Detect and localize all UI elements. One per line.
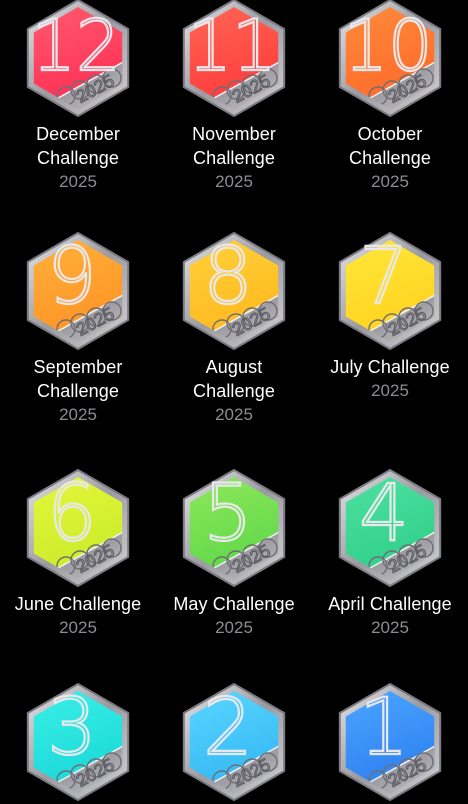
award-year: 2025 [371,172,409,191]
challenge-badge-icon: 42025 [338,468,442,587]
badge-number: 6 [47,469,97,559]
challenge-badge-icon: 82025 [182,231,286,350]
award-item[interactable]: 8 2025 August Challenge 2025 [156,231,312,427]
award-year: 2025 [215,618,253,637]
award-title: November Challenge [156,122,312,170]
challenge-badge-icon: 122025 [26,0,130,117]
award-item[interactable]: 11 2025 November Challenge 2025 [156,0,312,194]
award-item[interactable]: 2 2025 [156,682,312,802]
award-title-line1: August [205,357,263,377]
award-title-line1: July Challenge [330,357,450,377]
award-item[interactable]: 1 2025 [312,682,468,802]
award-title: October Challenge [312,122,468,170]
badge-number: 2 [203,683,253,773]
award-title-line2: Challenge [349,148,431,168]
badge-number: 5 [203,469,253,559]
award-item[interactable]: 9 2025 September Challenge 2025 [0,231,156,427]
award-year: 2025 [215,405,253,424]
challenge-badge-icon: 102025 [338,0,442,117]
award-title-line2: Challenge [193,148,275,168]
badge-number: 7 [359,232,409,322]
badge-number: 4 [359,469,409,559]
award-item[interactable]: 7 2025 July Challenge 2025 [312,231,468,403]
challenge-badge-icon: 112025 [182,0,286,117]
badge-number: 1 [359,683,409,773]
award-item[interactable]: 12 2025 December Challenge 2025 [0,0,156,194]
award-title-line1: October [357,124,423,144]
award-item[interactable]: 3 2025 [0,682,156,802]
award-year: 2025 [59,172,97,191]
challenge-badge-icon: 62025 [26,468,130,587]
challenge-badge-icon: 12025 [338,682,442,801]
award-title: April Challenge [312,592,468,616]
challenge-badge-icon: 52025 [182,468,286,587]
badge-number: 9 [47,232,97,322]
badge-number: 3 [47,683,97,773]
challenge-badge-icon: 72025 [338,231,442,350]
award-year: 2025 [59,405,97,424]
award-title-line1: November [192,124,276,144]
award-title-line1: December [36,124,120,144]
award-title: June Challenge [0,592,156,616]
award-title-line2: Challenge [37,381,119,401]
award-title-line1: September [33,357,123,377]
award-title: July Challenge [312,355,468,379]
award-title-line2: Challenge [193,381,275,401]
award-item[interactable]: 4 2025 April Challenge 2025 [312,468,468,640]
award-year: 2025 [215,172,253,191]
award-title-line2: Challenge [37,148,119,168]
award-item[interactable]: 10 2025 October Challenge 2025 [312,0,468,194]
award-title: August Challenge [156,355,312,403]
challenge-badge-icon: 32025 [26,682,130,801]
challenge-badge-icon: 92025 [26,231,130,350]
award-item[interactable]: 5 2025 May Challenge 2025 [156,468,312,640]
award-item[interactable]: 6 2025 June Challenge 2025 [0,468,156,640]
award-year: 2025 [371,381,409,400]
award-title: May Challenge [156,592,312,616]
challenge-badge-icon: 22025 [182,682,286,801]
award-title: September Challenge [0,355,156,403]
award-title-line1: May Challenge [173,594,295,614]
award-title-line1: June Challenge [14,594,142,614]
award-year: 2025 [59,618,97,637]
award-year: 2025 [371,618,409,637]
award-title-line1: April Challenge [328,594,452,614]
award-title: December Challenge [0,122,156,170]
awards-grid: 12 2025 December Challenge 2025 11 2025 Novembe… [0,0,468,804]
badge-number: 8 [203,232,253,322]
